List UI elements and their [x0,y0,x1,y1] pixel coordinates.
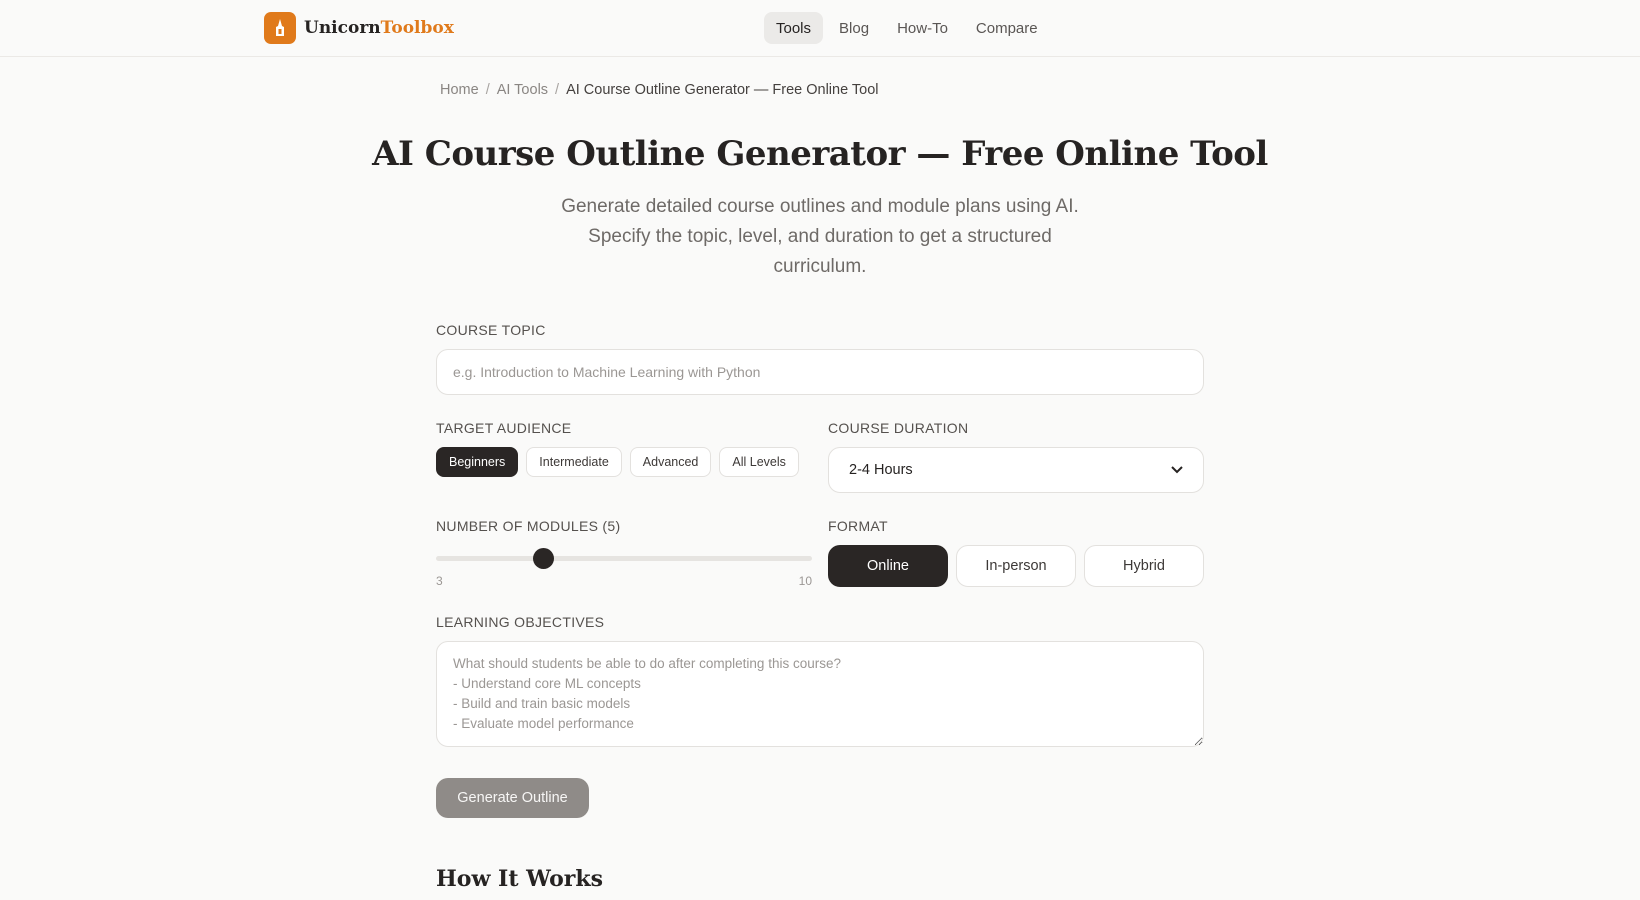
learning-objectives-textarea[interactable] [436,641,1204,747]
breadcrumb-separator: / [555,82,560,98]
target-audience-label: TARGET AUDIENCE [436,420,572,436]
course-duration-select[interactable]: 2-4 Hours [828,447,1204,493]
breadcrumb-separator: / [485,82,490,98]
chevron-down-icon [1171,466,1183,474]
brand-name: UnicornToolbox [304,18,454,38]
page-title: AI Course Outline Generator — Free Onlin… [372,134,1268,174]
nav-how-to[interactable]: How-To [885,12,960,44]
course-topic-input[interactable] [436,349,1204,395]
breadcrumb-ai-tools[interactable]: AI Tools [497,82,548,98]
format-label: FORMAT [828,518,888,534]
nav-compare[interactable]: Compare [964,12,1050,44]
audience-chip-advanced[interactable]: Advanced [629,447,712,477]
format-hybrid-button[interactable]: Hybrid [1084,545,1204,587]
course-topic-label: COURSE TOPIC [436,322,546,338]
audience-chip-intermediate[interactable]: Intermediate [526,447,622,477]
breadcrumb-current: AI Course Outline Generator — Free Onlin… [566,82,879,98]
brand-name-accent: Toolbox [380,18,454,38]
modules-slider-track[interactable] [436,548,812,569]
modules-label: NUMBER OF MODULES (5) [436,518,621,534]
nav-tools[interactable]: Tools [764,12,824,44]
audience-chip-all-levels[interactable]: All Levels [719,447,799,477]
format-online-button[interactable]: Online [828,545,948,587]
page-subtitle: Generate detailed course outlines and mo… [561,196,1079,277]
modules-min-label: 3 [436,574,443,588]
modules-max-label: 10 [798,574,812,588]
audience-options: Beginners Intermediate Advanced All Leve… [436,447,799,477]
breadcrumb: Home / AI Tools / AI Course Outline Gene… [440,82,879,98]
course-duration-value: 2-4 Hours [849,462,913,478]
main-nav: Tools Blog How-To Compare [764,12,1054,44]
modules-slider-thumb[interactable] [533,548,555,569]
learning-objectives-label: LEARNING OBJECTIVES [436,614,605,630]
generate-outline-button[interactable]: Generate Outline [436,778,589,818]
nav-blog[interactable]: Blog [827,12,881,44]
format-in-person-button[interactable]: In-person [956,545,1076,587]
top-navigation-bar: UnicornToolbox Tools Blog How-To Compare [0,0,1640,57]
breadcrumb-home[interactable]: Home [440,82,479,98]
brand-logo[interactable]: UnicornToolbox [264,12,454,44]
unicorn-logo-icon [264,12,296,44]
brand-name-main: Unicorn [304,18,381,38]
format-options: Online In-person Hybrid [828,545,1204,587]
course-duration-label: COURSE DURATION [828,420,969,436]
how-it-works-heading: How It Works [436,866,603,892]
audience-chip-beginners[interactable]: Beginners [436,447,519,477]
